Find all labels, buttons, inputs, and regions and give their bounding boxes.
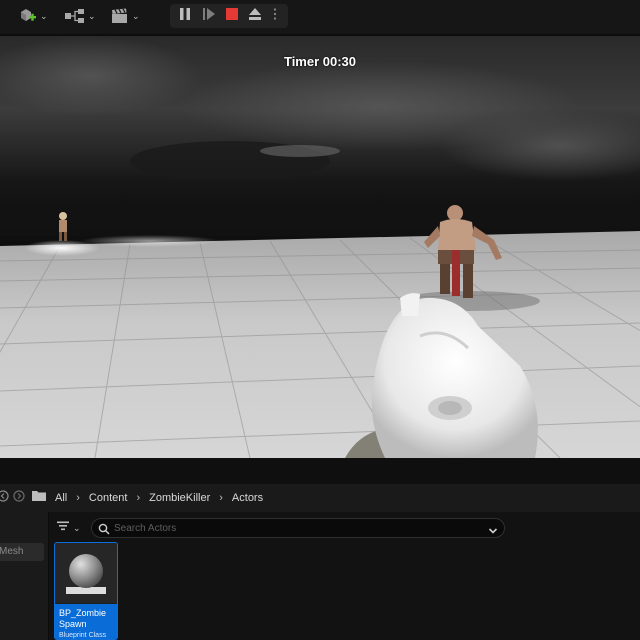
sphere-thumbnail-icon	[66, 554, 106, 594]
filter-icon	[56, 519, 70, 537]
more-options-icon	[273, 7, 277, 26]
stop-icon	[225, 7, 239, 26]
game-scene	[0, 36, 640, 458]
blueprint-menu-button[interactable]: ⌄	[64, 5, 96, 27]
game-viewport[interactable]: Timer 00:30	[0, 36, 640, 458]
chevron-right-icon: ›	[136, 492, 141, 504]
pause-icon	[178, 7, 192, 26]
timer-display: Timer 00:30	[283, 54, 357, 69]
asset-name: BP_Zombie Spawn	[59, 608, 107, 629]
sources-pane: Mesh	[0, 512, 49, 640]
asset-thumbnail	[55, 543, 117, 603]
add-actor-button[interactable]: ⌄	[18, 5, 48, 27]
pause-button[interactable]	[176, 7, 194, 25]
chevron-down-icon: ⌄	[73, 522, 81, 533]
frame-skip-icon	[202, 7, 216, 26]
chevron-down-icon: ⌄	[40, 10, 48, 21]
asset-label: BP_Zombie Spawn Blueprint Class	[55, 604, 117, 639]
chevron-right-icon: ›	[76, 492, 80, 504]
sources-item-mesh[interactable]: Mesh	[0, 543, 44, 561]
search-box[interactable]	[91, 518, 505, 538]
stop-button[interactable]	[223, 7, 241, 25]
add-actor-icon	[18, 7, 38, 25]
clapperboard-icon	[110, 8, 130, 24]
frame-skip-button[interactable]	[200, 7, 218, 25]
breadcrumb-all[interactable]: All	[55, 492, 67, 504]
content-browser-header: All › Content › ZombieKiller › Actors	[0, 484, 640, 512]
eject-button[interactable]	[246, 7, 264, 25]
content-browser: Mesh ⌄ Search Actors BP_Zombie Spawn Blu…	[0, 512, 640, 640]
play-controls	[170, 4, 288, 28]
asset-type: Blueprint Class	[59, 632, 107, 639]
search-icon	[98, 522, 110, 540]
asset-tile[interactable]: BP_Zombie Spawn Blueprint Class	[54, 542, 118, 640]
panel-divider	[0, 458, 640, 484]
history-back-icon[interactable]	[0, 489, 9, 507]
chevron-right-icon: ›	[219, 492, 223, 504]
cinematics-menu-button[interactable]: ⌄	[110, 5, 140, 27]
breadcrumb-content[interactable]: Content	[89, 492, 128, 504]
chevron-down-icon: ⌄	[132, 10, 140, 21]
history-forward-icon[interactable]	[13, 489, 25, 507]
folder-icon	[31, 489, 47, 507]
eject-icon	[248, 7, 262, 26]
play-options-button[interactable]	[268, 7, 282, 25]
filter-button[interactable]: ⌄	[56, 520, 81, 536]
breadcrumb-actors[interactable]: Actors	[232, 492, 263, 504]
search-input[interactable]	[114, 521, 474, 535]
chevron-down-icon[interactable]	[488, 523, 498, 541]
blueprint-icon	[64, 8, 86, 24]
breadcrumb-zombiekiller[interactable]: ZombieKiller	[149, 492, 210, 504]
chevron-down-icon: ⌄	[88, 10, 96, 21]
main-toolbar: ⌄ ⌄ ⌄	[0, 0, 640, 36]
